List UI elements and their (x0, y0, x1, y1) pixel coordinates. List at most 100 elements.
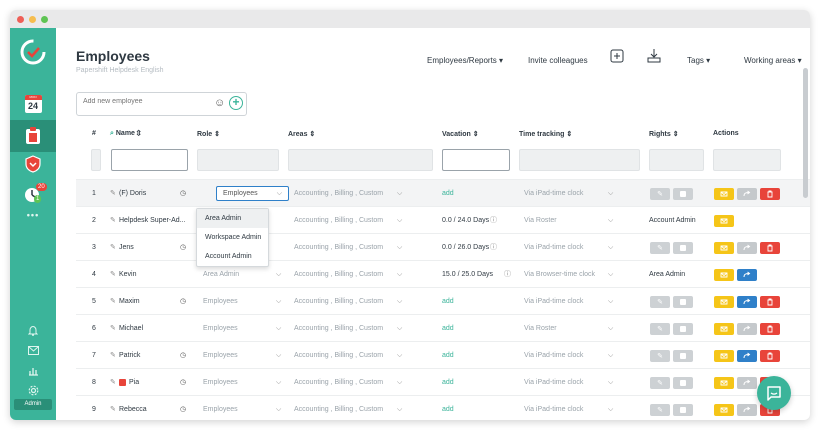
col-header-rights[interactable]: Rights ⇕ (649, 130, 679, 138)
role-option-area-admin[interactable]: Area Admin (197, 209, 268, 228)
edit-rights-button[interactable]: ✎ (650, 296, 670, 308)
share-button[interactable] (737, 350, 757, 362)
areas-select[interactable]: Accounting , Billing , Custom (294, 369, 383, 396)
mail-icon[interactable] (10, 346, 56, 355)
time-tracking-select[interactable]: Via iPad-time clock (524, 180, 583, 207)
employee-name[interactable]: Kevin (119, 261, 137, 288)
info-icon[interactable]: ⓘ (490, 234, 497, 261)
areas-select[interactable]: Accounting , Billing , Custom (294, 288, 383, 315)
time-tracking-select[interactable]: Via iPad-time clock (524, 396, 583, 420)
admin-chip[interactable]: Admin (14, 399, 52, 410)
col-header-time-tracking[interactable]: Time tracking ⇕ (519, 130, 572, 138)
role-select[interactable]: Employees (203, 369, 238, 396)
delete-button[interactable] (760, 296, 780, 308)
send-mail-button[interactable] (714, 188, 734, 200)
table-row[interactable]: 7 ✎ Patrick ◷ Employees ⌵ Accounting , Billing… (76, 341, 810, 368)
areas-select[interactable]: Accounting , Billing , Custom (294, 180, 383, 207)
employee-name[interactable]: (F) Doris (119, 180, 146, 207)
vacation-value[interactable]: add (442, 315, 454, 342)
edit-name-icon[interactable]: ✎ (110, 315, 116, 342)
edit-name-icon[interactable]: ✎ (110, 288, 116, 315)
edit-name-icon[interactable]: ✎ (110, 207, 116, 234)
chevron-down-icon[interactable]: ⌵ (608, 288, 613, 315)
chevron-down-icon[interactable]: ⌵ (276, 261, 281, 288)
chevron-down-icon[interactable]: ⌵ (397, 342, 402, 369)
role-option-workspace-admin[interactable]: Workspace Admin (197, 228, 268, 247)
share-button[interactable] (737, 404, 757, 416)
areas-select[interactable]: Accounting , Billing , Custom (294, 207, 383, 234)
import-download-icon[interactable] (645, 47, 663, 65)
chevron-down-icon[interactable]: ⌵ (608, 396, 613, 420)
smiley-icon[interactable]: ☺ (214, 97, 225, 109)
vacation-value[interactable]: add (442, 180, 454, 207)
edit-name-icon[interactable]: ✎ (110, 369, 116, 396)
settings-gear-icon[interactable] (10, 385, 56, 396)
role-select[interactable]: Employees (203, 288, 238, 315)
vacation-value[interactable]: 0.0 / 24.0 Days (442, 207, 489, 234)
rights-calendar-button[interactable] (673, 350, 693, 362)
send-mail-button[interactable] (714, 404, 734, 416)
rights-calendar-button[interactable] (673, 242, 693, 254)
col-header-role[interactable]: Role ⇕ (197, 130, 220, 138)
edit-rights-button[interactable]: ✎ (650, 242, 670, 254)
edit-rights-button[interactable]: ✎ (650, 350, 670, 362)
add-employee-input[interactable] (83, 98, 203, 105)
filter-actions-input[interactable] (713, 149, 781, 171)
nav-invite-colleagues[interactable]: Invite colleagues (528, 56, 588, 65)
table-row[interactable]: 5 ✎ Maxim ◷ Employees ⌵ Accounting , Billing ,… (76, 287, 810, 314)
sidebar-item-time-tracking[interactable]: 20 1 (10, 180, 56, 208)
nav-tags[interactable]: Tags ▾ (687, 56, 710, 65)
more-menu-icon[interactable]: ••• (10, 210, 56, 220)
vacation-value[interactable]: 15.0 / 25.0 Days (442, 261, 493, 288)
chevron-down-icon[interactable]: ⌵ (608, 207, 613, 234)
sidebar-item-employees[interactable] (10, 120, 56, 152)
chevron-down-icon[interactable]: ⌵ (397, 288, 402, 315)
chevron-down-icon[interactable]: ⌵ (397, 315, 402, 342)
rights-calendar-button[interactable] (673, 323, 693, 335)
vacation-value[interactable]: add (442, 288, 454, 315)
papershift-logo-icon[interactable] (19, 38, 47, 66)
chevron-down-icon[interactable]: ⌵ (397, 180, 402, 207)
filter-time-tracking-input[interactable] (519, 149, 640, 171)
employee-name[interactable]: Michael (119, 315, 143, 342)
role-select[interactable]: Employees (203, 396, 238, 420)
edit-name-icon[interactable]: ✎ (110, 180, 116, 207)
send-mail-button[interactable] (714, 323, 734, 335)
chevron-down-icon[interactable]: ⌵ (608, 234, 613, 261)
role-select[interactable]: Employees (203, 342, 238, 369)
nav-working-areas[interactable]: Working areas ▾ (744, 56, 802, 65)
rights-calendar-button[interactable] (673, 296, 693, 308)
nav-employees-reports[interactable]: Employees/Reports ▾ (427, 56, 503, 65)
send-mail-button[interactable] (714, 350, 734, 362)
table-row[interactable]: 1 ✎ (F) Doris ◷ Employees ⌵ Accounting , Billi… (76, 179, 810, 206)
vacation-value[interactable]: add (442, 342, 454, 369)
send-mail-button[interactable] (714, 377, 734, 389)
time-tracking-select[interactable]: Via iPad-time clock (524, 234, 583, 261)
employee-name[interactable]: Pia (129, 369, 139, 396)
rights-calendar-button[interactable] (673, 404, 693, 416)
rights-calendar-button[interactable] (673, 188, 693, 200)
time-tracking-select[interactable]: Via iPad-time clock (524, 342, 583, 369)
edit-rights-button[interactable]: ✎ (650, 377, 670, 389)
send-mail-button[interactable] (714, 215, 734, 227)
info-icon[interactable]: ⓘ (504, 261, 511, 288)
share-button[interactable] (737, 188, 757, 200)
chevron-down-icon[interactable]: ⌵ (608, 180, 613, 207)
employee-name[interactable]: Rebecca (119, 396, 147, 420)
areas-select[interactable]: Accounting , Billing , Custom (294, 315, 383, 342)
chevron-down-icon[interactable]: ⌵ (397, 207, 402, 234)
table-row[interactable]: 8 ✎ Pia ◷ Employees ⌵ Accounting , Billing , C… (76, 368, 810, 395)
time-tracking-select[interactable]: Via Roster (524, 207, 557, 234)
vertical-scrollbar[interactable] (803, 68, 808, 198)
chevron-down-icon[interactable]: ⌵ (276, 396, 281, 420)
send-mail-button[interactable] (714, 242, 734, 254)
filter-role-input[interactable] (197, 149, 279, 171)
share-button[interactable] (737, 296, 757, 308)
delete-button[interactable] (760, 188, 780, 200)
role-select[interactable]: Employees ⌵ (216, 186, 289, 201)
chevron-down-icon[interactable]: ⌵ (276, 288, 281, 315)
table-row[interactable]: 3 ✎ Jens ◷ Accounting , Billing , Custom ⌵ 0.0… (76, 233, 810, 260)
filter-areas-input[interactable] (288, 149, 433, 171)
time-tracking-select[interactable]: Via Roster (524, 315, 557, 342)
chevron-down-icon[interactable]: ⌵ (397, 261, 402, 288)
